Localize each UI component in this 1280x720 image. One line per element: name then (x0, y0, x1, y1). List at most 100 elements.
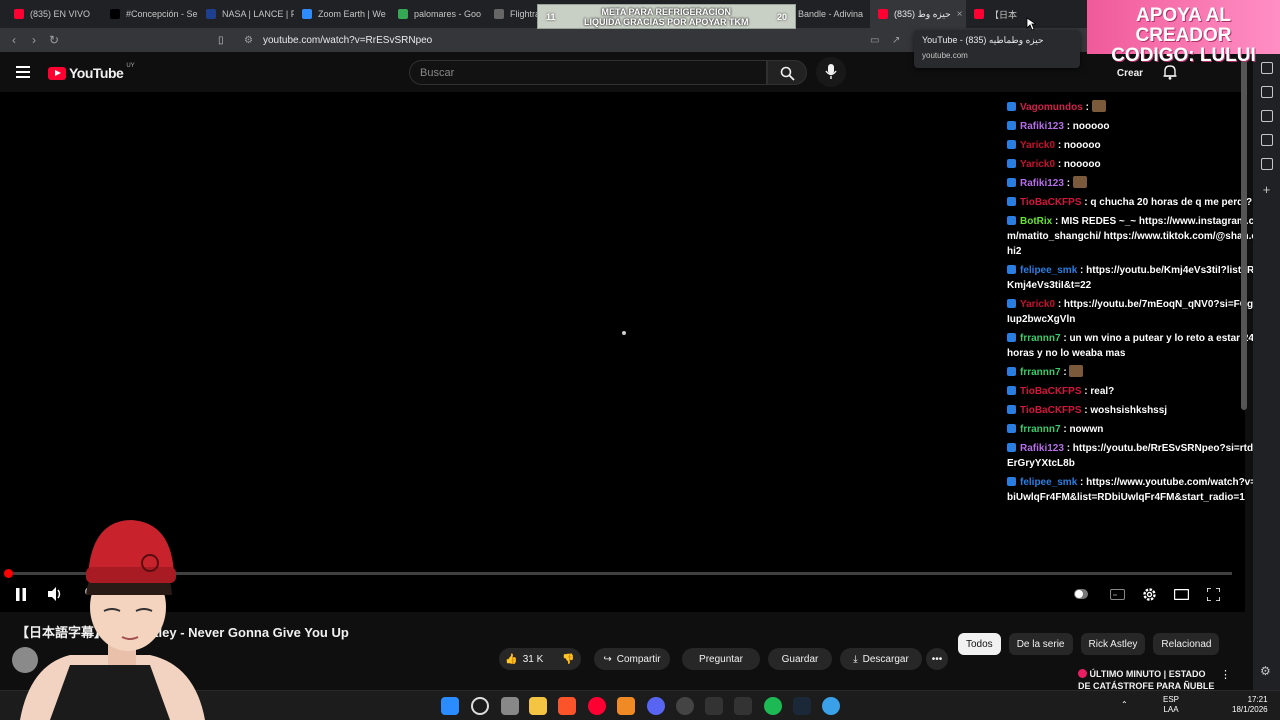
sidebar-chat-icon[interactable] (1260, 86, 1273, 98)
theater-mode-button[interactable] (1172, 585, 1190, 603)
search-input[interactable]: Buscar (409, 60, 767, 85)
spotify-icon[interactable] (764, 697, 782, 715)
maps-pin-icon (398, 9, 408, 19)
share-button[interactable]: ↪ Compartir (594, 648, 670, 670)
logo-wordmark: YouTube (69, 65, 124, 81)
steam-icon[interactable] (793, 697, 811, 715)
vtuber-avatar (20, 520, 205, 720)
vlc-icon[interactable] (617, 697, 635, 715)
back-icon[interactable]: ‹ (4, 33, 24, 47)
sidebar-bookmarks-icon[interactable] (1260, 134, 1273, 146)
chat-message: TioBaCKFPS : q chucha 20 horas de q me p… (1007, 195, 1262, 210)
browser-tab[interactable]: (835) EN VIVO (6, 0, 102, 28)
windows-start-icon[interactable] (441, 697, 459, 715)
filter-chip[interactable]: De la serie (1008, 633, 1073, 655)
platform-badge-icon (1007, 121, 1016, 130)
thumbs-up-icon[interactable]: 👍 (505, 654, 517, 665)
browser-tab[interactable]: Zoom Earth | We (294, 0, 390, 28)
browser-tab[interactable]: 【日本 (966, 0, 1062, 28)
chat-username: TioBaCKFPS (1020, 197, 1082, 208)
cast-icon[interactable]: ▭ (870, 35, 879, 46)
save-label: Guardar (781, 653, 819, 665)
ask-button[interactable]: Preguntar (682, 648, 760, 670)
chat-text: : q chucha 20 horas de q me perdi? (1081, 197, 1253, 208)
clock-time: 17:21 (1247, 695, 1268, 704)
chat-username: TioBaCKFPS (1020, 405, 1082, 416)
app-icon[interactable] (705, 697, 723, 715)
discord-icon[interactable] (647, 697, 665, 715)
filter-chip[interactable]: Rick Astley (1080, 633, 1146, 655)
bookmark-icon[interactable]: ▯ (218, 35, 224, 46)
forward-icon[interactable]: › (24, 33, 44, 47)
flightradar-icon (494, 9, 504, 19)
fullscreen-button[interactable] (1204, 585, 1222, 603)
file-explorer-icon[interactable] (529, 697, 547, 715)
chat-username: frrannn7 (1020, 333, 1061, 344)
sidebar-settings-icon[interactable]: ⚙ (1260, 664, 1271, 678)
task-view-icon[interactable] (501, 697, 519, 715)
page-scrollbar[interactable] (1241, 60, 1247, 410)
gear-icon (1142, 587, 1156, 601)
chat-text: : (1060, 367, 1070, 378)
chat-emote-icon (1091, 100, 1106, 112)
browser-tab[interactable]: حيزه وط (835) × (870, 0, 966, 28)
chat-message: Yarick0 : nooooo (1007, 138, 1262, 153)
notifications-bell-icon[interactable] (1162, 64, 1178, 80)
share-label: Compartir (616, 653, 661, 665)
youtube-logo[interactable]: YouTube UY (48, 63, 135, 81)
tray-overflow-icon[interactable]: ⌃ (1121, 700, 1128, 710)
chat-username: Rafiki123 (1020, 443, 1064, 454)
browser-tab[interactable]: NASA | LANCE | F (198, 0, 294, 28)
subtitles-button[interactable] (1108, 585, 1126, 603)
like-count[interactable]: 31 K (523, 654, 544, 665)
save-button[interactable]: Guardar (768, 648, 832, 670)
share-page-icon[interactable]: ↗ (892, 35, 900, 46)
platform-badge-icon (1007, 424, 1016, 433)
sidebar-wallet-icon[interactable] (1260, 110, 1273, 122)
obs-icon[interactable] (676, 697, 694, 715)
share-icon: ↪ (603, 653, 612, 665)
chat-username: felipee_smk (1020, 265, 1078, 276)
thumbs-down-icon[interactable]: 👎 (562, 654, 574, 665)
youtube-icon (974, 9, 984, 19)
tab-label: Bandle - Adivina (798, 9, 864, 19)
language-indicator[interactable]: ESP LAA (1163, 695, 1179, 715)
youtube-app-icon[interactable] (588, 697, 606, 715)
autoplay-toggle[interactable] (1072, 585, 1090, 603)
platform-badge-icon (1007, 367, 1016, 376)
fullscreen-icon (1206, 587, 1220, 601)
voice-search-button[interactable] (816, 57, 846, 87)
reload-icon[interactable]: ↻ (44, 33, 64, 47)
clock[interactable]: 17:21 18/1/2026 (1232, 695, 1268, 715)
site-info-icon[interactable]: ⚙ (244, 35, 253, 46)
chat-username: Yarick0 (1020, 140, 1056, 151)
chat-message: frrannn7 : nowwn (1007, 422, 1262, 437)
youtube-icon (878, 9, 888, 19)
tab-close-icon[interactable]: × (957, 9, 963, 20)
edge-icon[interactable] (822, 697, 840, 715)
sidebar-add-icon[interactable]: + (1253, 182, 1280, 197)
download-button[interactable]: ⤓ Descargar (840, 648, 922, 670)
app-icon-2[interactable] (734, 697, 752, 715)
recommended-video-title[interactable]: ÚLTIMO MINUTO | ESTADO DE CATÁSTROFE PAR… (1078, 668, 1218, 692)
filter-chip[interactable]: Todos (958, 633, 1001, 655)
creator-line-2: CODIGO: LULUI (1111, 45, 1256, 66)
brave-browser-icon[interactable] (558, 697, 576, 715)
lang-1: ESP (1163, 695, 1180, 704)
more-actions-button[interactable]: ••• (926, 648, 948, 670)
search-button[interactable] (767, 60, 807, 85)
sidebar-reading-list-icon[interactable] (1260, 158, 1273, 170)
url-field[interactable]: youtube.com/watch?v=RrESvSRNpeo (263, 35, 432, 46)
browser-tab[interactable]: #Concepción - Se (102, 0, 198, 28)
browser-tab[interactable]: palomares - Goo (390, 0, 486, 28)
like-dislike-group: 👍 31 K 👎 (499, 648, 581, 670)
settings-button[interactable] (1140, 585, 1158, 603)
search-taskbar-icon[interactable] (471, 697, 489, 715)
filter-chip[interactable]: Relacionad (1153, 633, 1220, 655)
goal-current: 11 (546, 11, 556, 22)
platform-badge-icon (1007, 197, 1016, 206)
reco-menu-icon[interactable]: ⋮ (1220, 668, 1231, 681)
clock-date: 18/1/2026 (1232, 705, 1268, 714)
menu-icon[interactable] (16, 66, 30, 78)
chat-message: Vagomundos : (1007, 100, 1262, 115)
